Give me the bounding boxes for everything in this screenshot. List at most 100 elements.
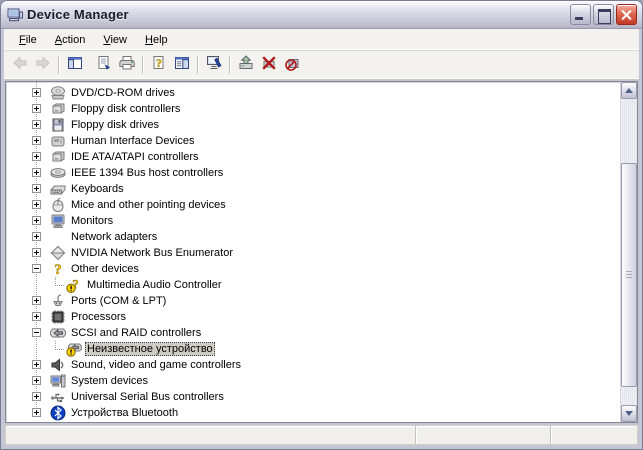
tree-item[interactable]: Mice and other pointing devices: [6, 197, 620, 213]
tree-item[interactable]: Floppy disk controllers: [6, 101, 620, 117]
tree-item[interactable]: NVIDIA Network Bus Enumerator: [6, 245, 620, 261]
expand-icon[interactable]: [32, 104, 41, 113]
expand-icon[interactable]: [32, 200, 41, 209]
tree-item[interactable]: Monitors: [6, 213, 620, 229]
titlebar: Device Manager: [1, 1, 642, 29]
tree-item[interactable]: System devices: [6, 373, 620, 389]
close-button[interactable]: [616, 4, 637, 25]
tree-item[interactable]: SCSI and RAID controllers: [6, 325, 620, 341]
tree-item-label[interactable]: Floppy disk drives: [69, 118, 161, 132]
expand-icon[interactable]: [32, 248, 41, 257]
tree-item-label[interactable]: DVD/CD-ROM drives: [69, 86, 177, 100]
expand-icon[interactable]: [32, 152, 41, 161]
show-hide-console-tree-button[interactable]: [63, 54, 86, 76]
expand-icon[interactable]: [32, 296, 41, 305]
tree-item-label[interactable]: Network adapters: [69, 230, 159, 244]
print-button[interactable]: [115, 54, 138, 76]
expand-icon[interactable]: [32, 360, 41, 369]
window-body: DVD/CD-ROM drives Floppy disk controllers…: [1, 80, 642, 423]
speaker-icon: [50, 357, 66, 373]
usb-icon: [50, 389, 66, 405]
expand-icon[interactable]: [32, 168, 41, 177]
properties-button[interactable]: [92, 54, 115, 76]
print-icon: [118, 55, 135, 76]
scan-for-hardware-changes-button[interactable]: [202, 54, 225, 76]
expand-icon[interactable]: [32, 216, 41, 225]
tree-item[interactable]: Устройства Bluetooth: [6, 405, 620, 421]
collapse-icon[interactable]: [32, 264, 41, 273]
tree-item-label[interactable]: Human Interface Devices: [69, 134, 197, 148]
menu-action[interactable]: Action: [46, 31, 95, 49]
expand-icon[interactable]: [32, 408, 41, 417]
scan-hardware-icon: [206, 55, 222, 76]
tree-item[interactable]: Неизвестное устройство: [6, 341, 620, 357]
tree-item-label[interactable]: Ports (COM & LPT): [69, 294, 168, 308]
scrollbar-thumb[interactable]: [621, 163, 637, 387]
tree-item-label[interactable]: Keyboards: [69, 182, 126, 196]
tree-item[interactable]: DVD/CD-ROM drives: [6, 85, 620, 101]
tree-item-label[interactable]: Sound, video and game controllers: [69, 358, 243, 372]
tree-item-label[interactable]: Multimedia Audio Controller: [85, 278, 224, 292]
properties-icon: [96, 55, 112, 76]
tree-item-label[interactable]: Other devices: [69, 262, 141, 276]
expand-icon[interactable]: [32, 136, 41, 145]
help-button[interactable]: ?: [147, 54, 170, 76]
toolbar-separator: [197, 56, 198, 74]
update-driver-button[interactable]: [234, 54, 257, 76]
scroll-up-button[interactable]: [621, 82, 637, 99]
tree-item-label[interactable]: System devices: [69, 374, 150, 388]
tree-item[interactable]: Floppy disk drives: [6, 117, 620, 133]
statusbar-pane: [550, 426, 637, 444]
tree-item[interactable]: Processors: [6, 309, 620, 325]
window-controls: [570, 4, 637, 25]
tree-item-label[interactable]: Processors: [69, 310, 128, 324]
tree-item-label[interactable]: IEEE 1394 Bus host controllers: [69, 166, 225, 180]
tree-item-label[interactable]: Monitors: [69, 214, 115, 228]
menu-view[interactable]: View: [94, 31, 136, 49]
question-icon: ?: [50, 261, 66, 279]
toolbar-separator: [58, 56, 59, 74]
expand-icon[interactable]: [32, 120, 41, 129]
tree-item[interactable]: Sound, video and game controllers: [6, 357, 620, 373]
scroll-down-button[interactable]: [621, 405, 637, 422]
tree-item[interactable]: Universal Serial Bus controllers: [6, 389, 620, 405]
maximize-button[interactable]: [593, 4, 614, 25]
scrollbar-track[interactable]: [621, 99, 637, 405]
tree-item[interactable]: Network adapters: [6, 229, 620, 245]
show-hide-action-pane-button[interactable]: [170, 54, 193, 76]
vertical-scrollbar[interactable]: [620, 82, 637, 422]
tree-item[interactable]: ? Other devices: [6, 261, 620, 279]
disable-device-icon: [261, 55, 277, 76]
tree-item[interactable]: IEEE 1394 Bus host controllers: [6, 165, 620, 181]
tree-item-label[interactable]: Mice and other pointing devices: [69, 198, 228, 212]
device-manager-window: Device Manager File Action View Help ? DVD/…: [0, 0, 643, 450]
disable-device-button[interactable]: [257, 54, 280, 76]
tree-item[interactable]: Keyboards: [6, 181, 620, 197]
collapse-icon[interactable]: [32, 328, 41, 337]
expand-icon[interactable]: [32, 184, 41, 193]
statusbar-message: [6, 426, 415, 444]
minimize-button[interactable]: [570, 4, 591, 25]
back-arrow-icon: [12, 55, 28, 76]
tree-item-label[interactable]: Universal Serial Bus controllers: [69, 390, 226, 404]
tree-item[interactable]: Human Interface Devices: [6, 133, 620, 149]
tree-item-label-selected[interactable]: Неизвестное устройство: [85, 342, 215, 356]
expand-icon[interactable]: [32, 376, 41, 385]
tree-item-label[interactable]: Floppy disk controllers: [69, 102, 182, 116]
tree-item-label[interactable]: SCSI and RAID controllers: [69, 326, 203, 340]
tree-item-label[interactable]: Устройства Bluetooth: [69, 406, 180, 420]
expand-icon[interactable]: [32, 232, 41, 241]
expand-icon[interactable]: [32, 392, 41, 401]
tree-item[interactable]: Ports (COM & LPT): [6, 293, 620, 309]
controller-icon: [50, 101, 66, 117]
menu-help[interactable]: Help: [136, 31, 177, 49]
toolbar: ?: [4, 51, 639, 80]
tree-item-label[interactable]: NVIDIA Network Bus Enumerator: [69, 246, 235, 260]
menu-file[interactable]: File: [10, 31, 46, 49]
expand-icon[interactable]: [32, 312, 41, 321]
expand-icon[interactable]: [32, 88, 41, 97]
tree-item[interactable]: ? Multimedia Audio Controller: [6, 277, 620, 293]
tree-item-label[interactable]: IDE ATA/ATAPI controllers: [69, 150, 201, 164]
uninstall-device-button[interactable]: [280, 54, 303, 76]
tree-item[interactable]: IDE ATA/ATAPI controllers: [6, 149, 620, 165]
